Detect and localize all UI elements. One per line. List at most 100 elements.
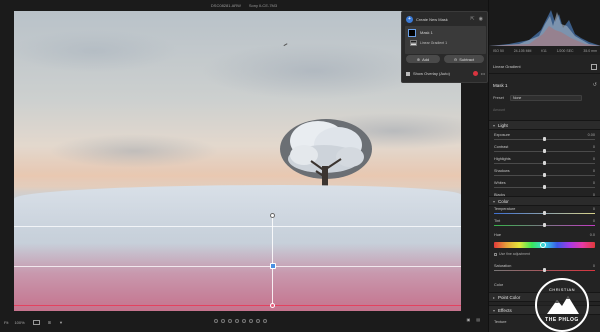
watermark-top-text: CHRISTIAN: [548, 287, 576, 292]
preset-row: Preset None: [489, 93, 600, 102]
saturation-slider[interactable]: Saturation 0: [489, 264, 600, 273]
filmstrip-dots: [214, 319, 267, 323]
color-slider[interactable]: Tint 0: [489, 219, 600, 228]
mask-overlay: [14, 243, 461, 311]
visibility-icon[interactable]: ◉: [479, 16, 483, 22]
reset-icon[interactable]: ↺: [593, 82, 597, 88]
slider-knob[interactable]: [543, 173, 546, 177]
fine-adjust-checkbox[interactable]: [494, 252, 497, 256]
more-icon[interactable]: •••: [481, 71, 485, 76]
loupe-icon[interactable]: ▣: [466, 317, 470, 322]
saturation-knob[interactable]: [543, 268, 546, 272]
edit-icon[interactable]: [591, 63, 597, 70]
filename: DSC08281.ARW: [210, 3, 241, 8]
slider-knob[interactable]: [543, 149, 546, 153]
add-icon: ⊕: [416, 56, 421, 62]
fine-adjust-label: Use fine adjustment: [499, 252, 530, 256]
gradient-center-pin[interactable]: [270, 263, 276, 269]
dot-icon[interactable]: [256, 319, 260, 323]
color-title: Color: [498, 198, 509, 204]
aperture-value: f/11: [541, 48, 547, 53]
preset-select[interactable]: None: [509, 94, 582, 101]
color-section-header[interactable]: ▾ Color: [489, 196, 600, 206]
light-slider[interactable]: Exposure 0.00: [489, 133, 600, 142]
slider-value: 0.00: [587, 133, 595, 137]
photo-canvas[interactable]: [14, 11, 461, 311]
dot-icon[interactable]: [249, 319, 253, 323]
preset-label: Preset: [493, 95, 504, 100]
light-section-header[interactable]: ▾ Light: [489, 120, 600, 130]
slider-label: Tint: [494, 219, 501, 223]
light-slider[interactable]: Highlights 0: [489, 157, 600, 166]
mask-name: Mask 1: [420, 30, 433, 35]
gradient-guide-center[interactable]: [14, 266, 461, 267]
slider-knob[interactable]: [543, 185, 546, 189]
tool-title: Linear Gradient: [493, 64, 521, 69]
gradient-thumbnail: [410, 40, 417, 46]
overlay-checkbox[interactable]: [406, 71, 410, 76]
light-slider[interactable]: Contrast 0: [489, 145, 600, 154]
gradient-guide-top[interactable]: [14, 226, 461, 227]
mask-title-row: Mask 1 ↺: [489, 80, 600, 90]
gradient-bottom-handle[interactable]: [270, 303, 275, 308]
create-mask-label: Create New Mask: [416, 17, 448, 22]
panel-icon[interactable]: ▤: [476, 317, 480, 322]
slider-knob[interactable]: [543, 223, 546, 227]
slider-knob[interactable]: [543, 211, 546, 215]
amount-label: Amount: [493, 108, 506, 112]
overlay-color-swatch[interactable]: [472, 71, 478, 76]
saturation-label: Saturation: [494, 264, 512, 268]
dot-icon[interactable]: [263, 319, 267, 323]
panel-collapse-icon[interactable]: ⇱: [470, 16, 474, 22]
hue-knob[interactable]: [540, 242, 546, 248]
texture-label: Texture: [494, 320, 507, 324]
zoom-controls: Fit 100%: [4, 320, 25, 325]
gradient-rotation-line[interactable]: [272, 215, 273, 307]
dot-icon[interactable]: [221, 319, 225, 323]
lens-value: 24-105 MM: [513, 48, 532, 53]
expand-icon: ▾: [493, 307, 496, 313]
add-button[interactable]: ⊕ Add: [406, 55, 440, 63]
subtract-button[interactable]: ⊖ Subtract: [444, 55, 484, 63]
dot-icon[interactable]: [242, 319, 246, 323]
point-color-title: Point Color: [498, 294, 521, 300]
dot-icon[interactable]: [228, 319, 232, 323]
mask-list-item[interactable]: Mask 1 Linear Gradient 1: [405, 26, 486, 54]
watermark-bottom-text: THE PHLOG: [545, 317, 579, 323]
expand-icon: ▸: [493, 294, 496, 300]
plus-icon: +: [406, 16, 413, 23]
compare-icon[interactable]: [32, 319, 40, 325]
camera-info: ISO 50 24-105 MM f/11 1/200 SEC 35.0 mm: [489, 46, 600, 55]
light-slider[interactable]: Shadows 0: [489, 169, 600, 178]
slider-label: Exposure: [494, 133, 511, 137]
zoom-fit[interactable]: Fit: [4, 320, 8, 325]
slider-value: 0: [592, 207, 595, 211]
gradient-top-handle[interactable]: [270, 213, 275, 218]
zoom-100[interactable]: 100%: [14, 320, 24, 325]
mask-title: Mask 1: [493, 82, 508, 88]
slider-knob[interactable]: [543, 161, 546, 165]
dot-icon[interactable]: [214, 319, 218, 323]
camera-model: Sony ILCE-7M3: [248, 3, 278, 8]
iso-value: ISO 50: [493, 48, 504, 53]
amount-row: Amount: [489, 106, 600, 114]
slider-value: 0: [592, 157, 595, 161]
create-new-mask-button[interactable]: + Create New Mask: [406, 16, 448, 23]
hue-label: Hue: [494, 233, 501, 237]
shutter-value: 1/200 SEC: [556, 48, 574, 53]
slider-value: 0: [592, 145, 595, 149]
saturation-value: 0: [592, 264, 595, 268]
histogram: [489, 0, 600, 46]
light-title: Light: [498, 122, 508, 128]
mountain-icon: [547, 296, 579, 314]
expand-icon: ▾: [493, 122, 496, 128]
edit-panel: ISO 50 24-105 MM f/11 1/200 SEC 35.0 mm …: [488, 0, 600, 332]
light-slider[interactable]: Whites 0: [489, 181, 600, 190]
gradient-guide-bottom[interactable]: [14, 305, 461, 306]
color-slider[interactable]: Temperature 0: [489, 207, 600, 216]
filter-icon[interactable]: ▼: [59, 320, 63, 325]
dot-icon[interactable]: [235, 319, 239, 323]
subtract-label: Subtract: [459, 56, 475, 62]
grid-icon[interactable]: ⊞: [48, 320, 51, 325]
slider-knob[interactable]: [543, 137, 546, 141]
